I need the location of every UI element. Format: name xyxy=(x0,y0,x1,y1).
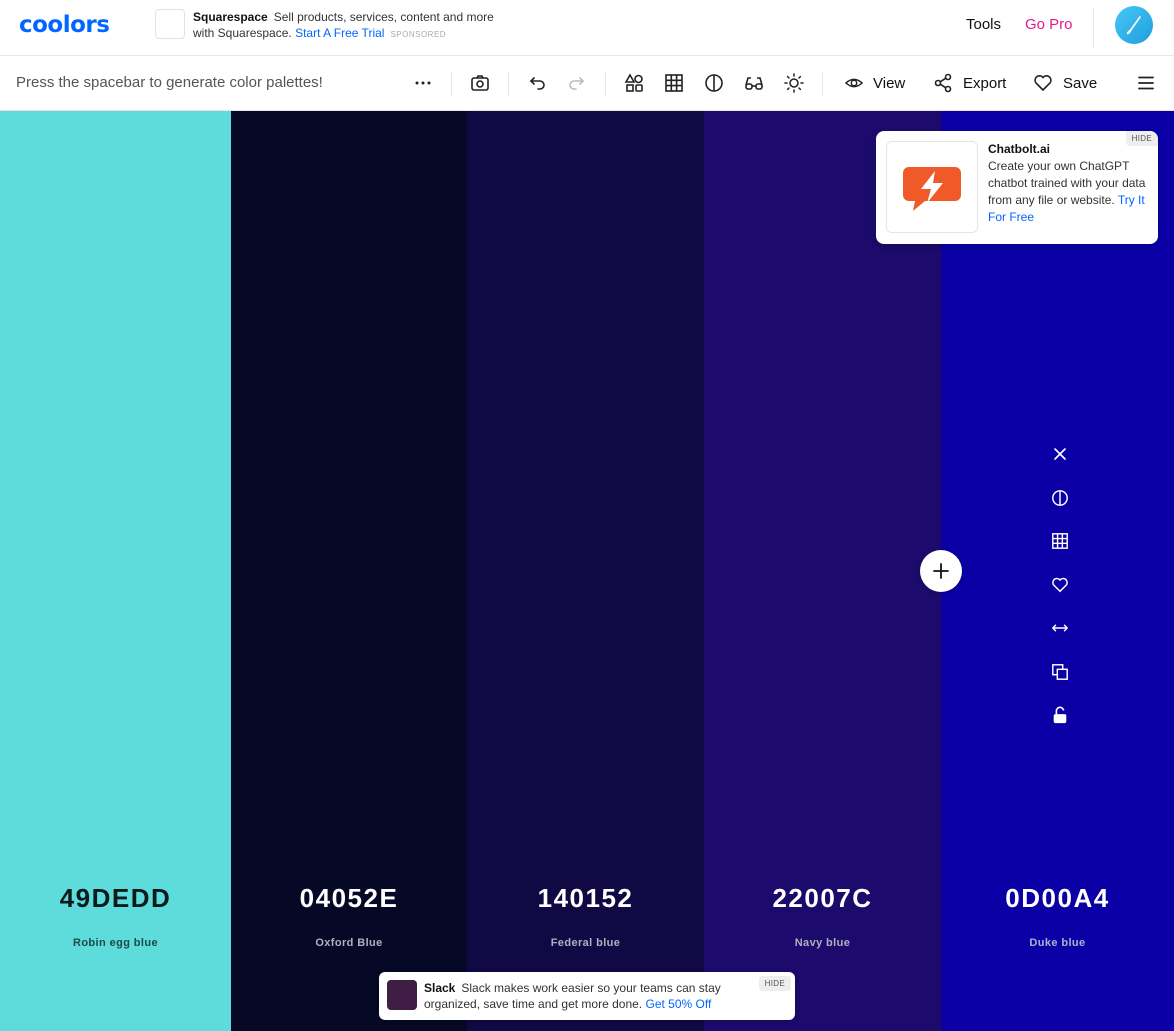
view-label: View xyxy=(873,74,906,92)
color-swatch[interactable]: 140152 Federal blue xyxy=(467,111,704,1031)
share-icon xyxy=(934,73,952,93)
drag-arrows-icon[interactable] xyxy=(1046,614,1074,642)
grid-icon[interactable] xyxy=(662,71,686,95)
ad-text-block: Squarespace Sell products, services, cont… xyxy=(193,9,513,43)
plus-icon xyxy=(933,563,949,579)
chatbolt-ad-card[interactable]: Chatbolt.ai Create your own ChatGPT chat… xyxy=(876,131,1158,244)
toolbar-divider xyxy=(605,72,606,96)
color-palette: 49DEDD Robin egg blue 04052E Oxford Blue… xyxy=(0,111,1174,1031)
color-name[interactable]: Robin egg blue xyxy=(0,937,231,949)
ad-brand[interactable]: Chatbolt.ai xyxy=(988,141,1148,158)
ad-cta-link[interactable]: Get 50% Off xyxy=(645,997,711,1011)
save-label: Save xyxy=(1063,74,1098,92)
heart-icon[interactable] xyxy=(1046,571,1074,599)
sponsored-label: SPONSORED xyxy=(390,30,447,39)
redo-icon[interactable] xyxy=(565,71,589,95)
color-name[interactable]: Navy blue xyxy=(704,937,941,949)
view-button[interactable]: View xyxy=(845,70,905,96)
glasses-icon[interactable] xyxy=(742,71,766,95)
hide-ad-button[interactable]: HIDE xyxy=(1125,131,1158,146)
hex-code[interactable]: 140152 xyxy=(467,883,704,914)
export-button[interactable]: Export xyxy=(933,70,1006,96)
contrast-icon[interactable] xyxy=(1046,484,1074,512)
hex-code[interactable]: 22007C xyxy=(704,883,941,914)
color-name[interactable]: Federal blue xyxy=(467,937,704,949)
hex-code[interactable]: 0D00A4 xyxy=(941,883,1174,914)
top-bar: coolors Squarespace Sell products, servic… xyxy=(0,0,1174,56)
swatch-actions xyxy=(1046,440,1074,745)
add-color-button[interactable] xyxy=(920,550,962,592)
color-swatch[interactable]: 49DEDD Robin egg blue xyxy=(0,111,231,1031)
copy-icon[interactable] xyxy=(1046,658,1074,686)
hide-ad-button[interactable]: HIDE xyxy=(758,976,791,991)
contrast-icon[interactable] xyxy=(702,71,726,95)
lightning-chat-icon xyxy=(903,167,961,211)
generate-hint: Press the spacebar to generate color pal… xyxy=(16,74,323,91)
close-icon[interactable] xyxy=(1046,440,1074,468)
color-swatch[interactable]: 22007C Navy blue xyxy=(704,111,941,1031)
ad-text-block: Chatbolt.ai Create your own ChatGPT chat… xyxy=(988,141,1148,226)
toolbar-divider xyxy=(822,72,823,96)
ad-brand[interactable]: Squarespace xyxy=(193,10,268,24)
camera-icon[interactable] xyxy=(468,71,492,95)
hex-code[interactable]: 04052E xyxy=(231,883,467,914)
toolbar-divider xyxy=(508,72,509,96)
heart-icon xyxy=(1034,75,1052,92)
ad-text-block: Slack Slack makes work easier so your tea… xyxy=(424,980,754,1012)
color-swatch[interactable]: 04052E Oxford Blue xyxy=(231,111,467,1031)
more-options-icon[interactable] xyxy=(411,71,435,95)
eye-icon xyxy=(845,78,863,88)
ad-thumbnail[interactable] xyxy=(155,9,185,39)
shades-grid-icon[interactable] xyxy=(1046,527,1074,555)
hex-code[interactable]: 49DEDD xyxy=(0,883,231,914)
ad-brand[interactable]: Slack xyxy=(424,981,455,995)
toolbar-divider xyxy=(451,72,452,96)
shapes-icon[interactable] xyxy=(622,71,646,95)
chatbolt-logo[interactable] xyxy=(886,141,978,233)
user-avatar[interactable] xyxy=(1115,6,1153,44)
slack-ad-banner[interactable]: Slack Slack makes work easier so your tea… xyxy=(379,972,795,1020)
ad-cta-link[interactable]: Start A Free Trial xyxy=(295,26,384,40)
brightness-icon[interactable] xyxy=(782,71,806,95)
color-name[interactable]: Oxford Blue xyxy=(231,937,467,949)
export-label: Export xyxy=(963,74,1007,92)
sponsored-ad-squarespace[interactable]: Squarespace Sell products, services, cont… xyxy=(155,9,513,43)
coolors-logo[interactable]: coolors xyxy=(19,12,110,38)
divider xyxy=(1093,8,1094,48)
slack-logo[interactable] xyxy=(387,980,417,1010)
undo-icon[interactable] xyxy=(525,71,549,95)
brush-icon xyxy=(1126,16,1141,35)
unlock-icon[interactable] xyxy=(1046,701,1074,729)
tools-menu-link[interactable]: Tools xyxy=(966,16,1001,33)
toolbar: Press the spacebar to generate color pal… xyxy=(0,56,1174,111)
color-name[interactable]: Duke blue xyxy=(941,937,1174,949)
hamburger-menu-icon[interactable] xyxy=(1134,71,1158,95)
save-button[interactable]: Save xyxy=(1033,70,1097,96)
go-pro-link[interactable]: Go Pro xyxy=(1025,16,1073,33)
